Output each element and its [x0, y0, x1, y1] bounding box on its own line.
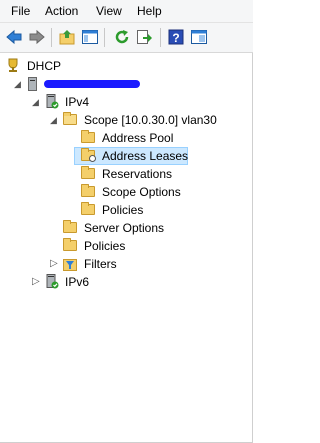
tree-label-filters: Filters [84, 257, 117, 271]
folder-icon [81, 202, 95, 215]
up-folder-icon[interactable] [58, 28, 76, 46]
collapse-arrow-icon[interactable]: ◢ [32, 98, 39, 107]
tree-node-reservations[interactable]: Reservations [0, 165, 200, 183]
ipv4-icon [45, 94, 59, 109]
server-icon [28, 77, 37, 91]
tree-node-dhcp[interactable]: DHCP [0, 57, 120, 75]
folder-icon [81, 166, 95, 179]
menu-action[interactable]: Action [45, 4, 78, 18]
dhcp-icon [6, 58, 20, 72]
show-hide-tree-icon[interactable] [81, 28, 99, 46]
collapse-arrow-icon[interactable]: ◢ [14, 80, 21, 89]
folder-icon [81, 184, 95, 197]
tree-node-address-leases[interactable]: Address Leases [0, 147, 200, 165]
tree-label-ipv4: IPv4 [65, 95, 90, 109]
address-leases-icon [81, 148, 96, 162]
help-icon[interactable]: ? [167, 28, 185, 46]
tree-node-policies[interactable]: Policies [0, 237, 200, 255]
console-tree[interactable]: DHCP ◢ ◢ IPv4 ◢ Scope [10.0.30.0] vlan30… [0, 53, 253, 443]
export-list-icon[interactable] [135, 28, 153, 46]
tree-node-server[interactable]: ◢ [0, 75, 160, 93]
folder-icon [81, 130, 95, 143]
menu-file[interactable]: File [11, 4, 30, 18]
tree-node-scope-options[interactable]: Scope Options [0, 183, 200, 201]
tree-label-address-leases: Address Leases [102, 149, 189, 163]
expand-arrow-icon[interactable]: ▷ [50, 259, 58, 269]
collapse-arrow-icon[interactable]: ◢ [50, 116, 57, 125]
refresh-icon[interactable] [113, 28, 131, 46]
tree-node-scope[interactable]: ◢ Scope [10.0.30.0] vlan30 [0, 111, 252, 129]
folder-icon [63, 220, 77, 233]
tree-label-policies: Policies [84, 239, 126, 253]
menu-help[interactable]: Help [137, 4, 162, 18]
toolbar: ? [0, 23, 253, 53]
forward-icon[interactable] [28, 28, 46, 46]
tree-label-dhcp: DHCP [27, 59, 62, 73]
redaction-mark [44, 80, 140, 88]
tree-node-ipv4[interactable]: ◢ IPv4 [0, 93, 120, 111]
tree-node-scope-policies[interactable]: Policies [0, 201, 200, 219]
toolbar-separator [160, 28, 161, 47]
tree-label-scope-policies: Policies [102, 203, 144, 217]
filter-icon [63, 257, 77, 271]
expand-arrow-icon[interactable]: ▷ [32, 277, 40, 287]
svg-text:?: ? [172, 31, 179, 45]
tree-label-scope-options: Scope Options [102, 185, 181, 199]
tree-node-server-options[interactable]: Server Options [0, 219, 200, 237]
menu-view[interactable]: View [96, 4, 122, 18]
menu-bar: File Action View Help [0, 0, 253, 23]
toolbar-separator [51, 28, 52, 47]
tree-node-address-pool[interactable]: Address Pool [0, 129, 200, 147]
tree-node-ipv6[interactable]: ▷ IPv6 [0, 273, 120, 291]
properties-icon[interactable] [190, 28, 208, 46]
folder-icon [63, 238, 77, 251]
tree-label-reservations: Reservations [102, 167, 173, 181]
tree-node-filters[interactable]: ▷ Filters [0, 255, 200, 273]
tree-label-scope: Scope [10.0.30.0] vlan30 [84, 113, 217, 127]
folder-open-icon [63, 112, 77, 125]
ipv6-icon [45, 274, 59, 289]
tree-label-address-pool: Address Pool [102, 131, 174, 145]
toolbar-separator [104, 28, 105, 47]
tree-label-ipv6: IPv6 [65, 275, 90, 289]
tree-label-server-options: Server Options [84, 221, 165, 235]
back-icon[interactable] [5, 28, 23, 46]
